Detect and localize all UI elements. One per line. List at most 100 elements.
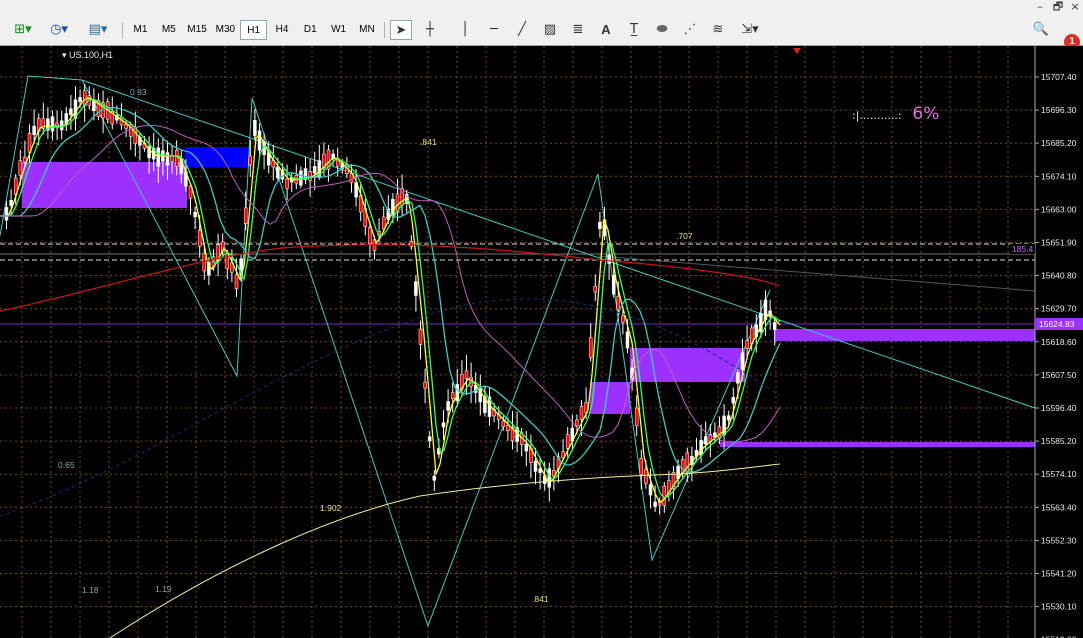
arrows-icon[interactable]: ⇲▾	[736, 20, 764, 40]
bull-candle	[625, 331, 630, 349]
supply-demand-zone	[775, 329, 1035, 341]
channel-icon[interactable]: ▨	[540, 20, 560, 40]
timeframe-h1[interactable]: H1	[240, 20, 268, 40]
vertical-line-icon[interactable]: │	[455, 20, 475, 40]
bear-candle	[174, 149, 179, 167]
timeframe-m1[interactable]: M1	[127, 20, 154, 40]
bear-candle	[588, 337, 593, 358]
bull-candle	[165, 152, 170, 166]
restore-button[interactable]: 🗗	[1050, 0, 1066, 14]
chart-type-icon[interactable]: ▤▾	[84, 20, 112, 40]
timeframe-m15[interactable]: M15	[184, 20, 211, 40]
fib-label: 1.18	[82, 585, 99, 595]
timeframe-m30[interactable]: M30	[212, 20, 239, 40]
bear-candle	[616, 296, 621, 310]
fib-label: .707	[676, 231, 693, 241]
trendline-icon[interactable]: ╱	[512, 20, 532, 40]
price-tick-label: 15674.10	[1041, 171, 1077, 181]
text-label-icon[interactable]: T̲	[624, 20, 644, 40]
fibo-fan-icon[interactable]: ⋰	[680, 20, 700, 40]
minimize-button[interactable]: –	[1032, 0, 1048, 14]
horizontal-line-icon[interactable]: ─	[484, 20, 504, 40]
timeframe-d1[interactable]: D1	[297, 20, 324, 40]
bear-candle	[285, 178, 289, 189]
bear-candle	[662, 485, 667, 506]
bear-candle	[234, 274, 239, 289]
fib-label: .841	[420, 137, 437, 147]
bear-candle	[565, 434, 570, 449]
timeframe-h4[interactable]: H4	[269, 20, 296, 40]
bull-candle	[9, 200, 13, 206]
fibo-expansion-icon[interactable]: ≋	[708, 20, 728, 40]
bull-candle	[726, 415, 731, 421]
bear-candle	[418, 328, 423, 345]
bear-candle	[644, 469, 648, 484]
envelope-line	[0, 298, 781, 517]
bear-candle	[23, 156, 27, 163]
fibonacci-icon[interactable]: ≣	[568, 20, 588, 40]
bull-candle	[524, 443, 529, 452]
price-tick-label: 15541.20	[1041, 569, 1077, 579]
price-tick-label: 15651.90	[1041, 238, 1077, 248]
bear-candle	[464, 370, 469, 380]
bear-candle	[579, 406, 584, 420]
bear-candle	[197, 230, 202, 247]
chart-grid	[0, 46, 1035, 638]
close-button[interactable]: ×	[1067, 0, 1083, 14]
bull-candle	[156, 147, 161, 167]
crosshair-icon[interactable]: ┼	[420, 20, 440, 40]
price-tick-label: 15596.40	[1041, 403, 1077, 413]
timeframe-w1[interactable]: W1	[325, 20, 352, 40]
percent-label: 6%	[912, 104, 940, 124]
ma-green-line	[0, 98, 781, 499]
new-chart-icon[interactable]: ⊞▾	[8, 20, 38, 40]
bull-candle	[50, 116, 55, 132]
bull-candle	[648, 484, 653, 496]
timeframe-m5[interactable]: M5	[155, 20, 182, 40]
price-tick-label: 15574.10	[1041, 469, 1077, 479]
price-tick-label: 15618.60	[1041, 337, 1077, 347]
price-tick-label: 15585.20	[1041, 436, 1077, 446]
supply-demand-zone	[630, 348, 745, 382]
chart-toolbar: ⊞▾ ◷▾ ▤▾ M1 M5 M15 M30 H1 H4 D1 W1 MN ➤ ┼ │ ─ ╱ …	[0, 14, 1083, 50]
fib-label: 1.902	[320, 503, 342, 513]
bear-candle	[409, 241, 414, 248]
price-tick-label: 15696.30	[1041, 105, 1077, 115]
fib-label: 0.93	[130, 87, 147, 97]
bear-candle	[621, 315, 625, 323]
bull-candle	[331, 153, 335, 159]
bull-candle	[699, 440, 703, 456]
bear-candle	[745, 340, 749, 349]
ellipse-icon[interactable]: ⬬	[652, 20, 672, 40]
ma-red-line	[0, 244, 781, 312]
trend-line-gray	[597, 255, 1036, 292]
timeframe-mn[interactable]: MN	[353, 20, 380, 40]
current-price-label: 15624.83	[1039, 319, 1075, 329]
bull-candle	[441, 422, 446, 428]
bull-candle	[4, 206, 9, 221]
bear-candle	[124, 124, 128, 129]
bear-candle	[639, 458, 644, 476]
cursor-icon[interactable]: ➤	[390, 20, 412, 40]
bull-candle	[703, 436, 708, 445]
price-tick-label: 15663.00	[1041, 204, 1077, 214]
bull-candle	[427, 436, 432, 442]
price-tick-label: 15685.20	[1041, 138, 1077, 148]
text-tool-icon[interactable]: A	[596, 20, 616, 40]
separator	[384, 22, 385, 38]
bull-candle	[446, 401, 450, 411]
bear-candle	[634, 407, 639, 426]
bull-candle	[78, 97, 82, 103]
indicator-readout: :|...........: 6%	[852, 104, 939, 124]
bull-candle	[32, 125, 36, 135]
price-chart[interactable]: 15707.40 15696.30 15685.20 15674.10 15663.00…	[0, 46, 1083, 638]
bear-candle	[368, 227, 372, 245]
symbol-text: US.100,H1	[69, 50, 114, 60]
supply-demand-zone	[720, 442, 1035, 447]
clock-icon[interactable]: ◷▾	[46, 20, 72, 40]
bull-candle	[253, 119, 257, 136]
indicator-text: :|...........:	[852, 109, 902, 122]
bull-candle	[772, 322, 777, 330]
price-tick-label: 15552.30	[1041, 535, 1077, 545]
search-icon[interactable]: 🔍	[1032, 20, 1050, 40]
